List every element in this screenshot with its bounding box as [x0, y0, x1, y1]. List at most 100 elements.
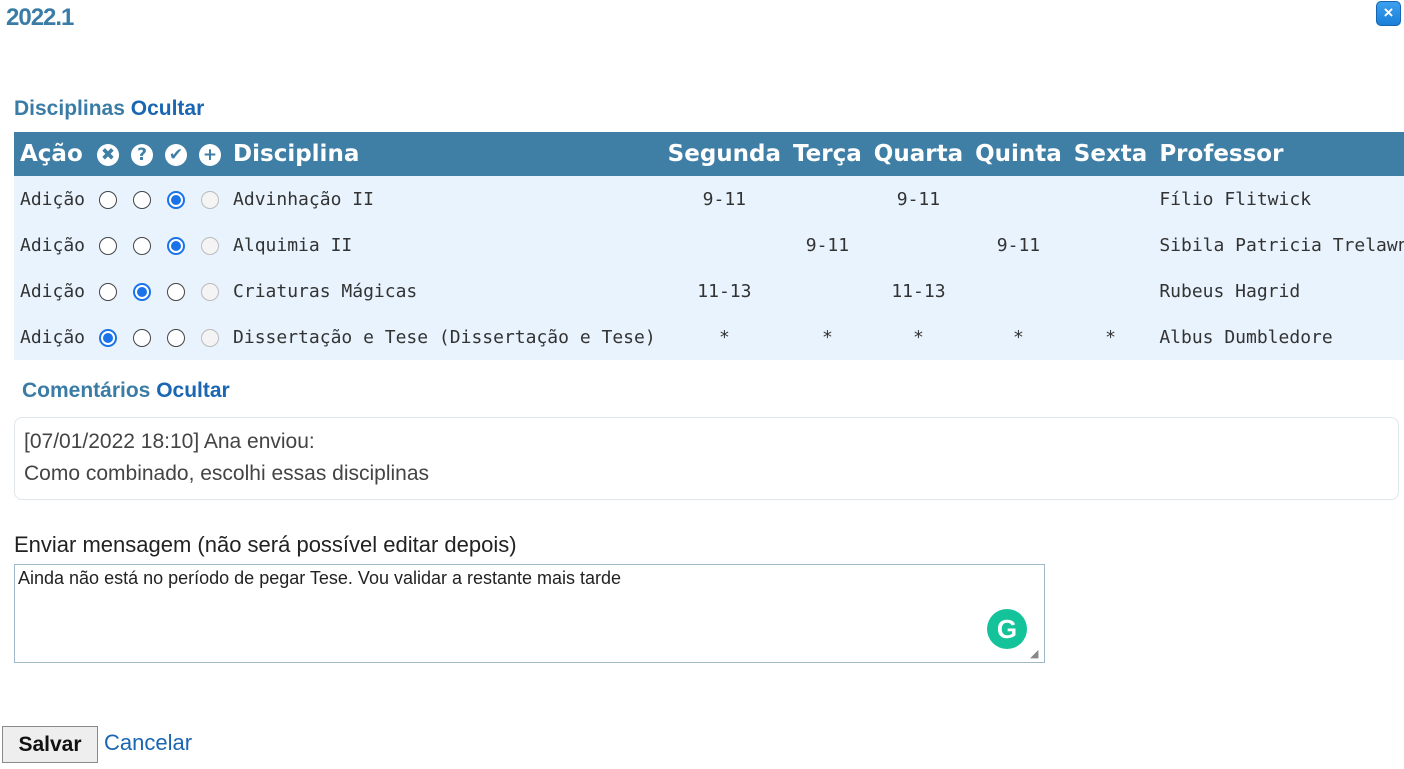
row-disciplina: Alquimia II — [227, 222, 662, 268]
row-question-cell — [125, 222, 160, 268]
remove-radio[interactable] — [99, 236, 118, 255]
row-acao: Adição — [14, 314, 92, 360]
check-radio[interactable] — [167, 282, 186, 301]
col-quarta: Quarta — [867, 132, 970, 176]
page-title: 2022.1 — [6, 4, 74, 31]
row-check-cell — [159, 314, 194, 360]
row-professor: Rubeus Hagrid — [1153, 268, 1404, 314]
disciplinas-hide-link[interactable]: Ocultar — [131, 97, 205, 120]
remove-radio[interactable] — [99, 282, 118, 301]
row-check-cell — [159, 222, 194, 268]
remove-icon: ✖ — [97, 143, 120, 166]
row-question-cell — [125, 314, 160, 360]
check-radio[interactable] — [167, 190, 186, 209]
col-sexta: Sexta — [1067, 132, 1154, 176]
row-professor: Albus Dumbledore — [1153, 314, 1404, 360]
row-professor: Fílio Flitwick — [1153, 176, 1404, 222]
row-quinta: * — [969, 314, 1068, 360]
add-radio — [201, 236, 220, 255]
row-question-cell — [125, 176, 160, 222]
message-label: Enviar mensagem (não será possível edita… — [14, 532, 517, 557]
add-radio — [201, 328, 220, 347]
table-header-row: Ação ✖ ? ✔ + Disciplina Segunda Terça Qu… — [14, 132, 1404, 176]
row-sexta: * — [1067, 314, 1154, 360]
comentarios-title: Comentários — [22, 379, 151, 402]
row-professor: Sibila Patricia Trelawney — [1153, 222, 1404, 268]
row-segunda: 11-13 — [661, 268, 788, 314]
row-question-cell — [125, 268, 160, 314]
col-terca: Terça — [787, 132, 868, 176]
col-remove: ✖ — [91, 132, 126, 176]
table-row: Adição Advinhação II 9-11 9-11 Fílio Flitwic… — [14, 176, 1404, 222]
row-disciplina: Advinhação II — [227, 176, 662, 222]
col-quinta: Quinta — [969, 132, 1068, 176]
col-check: ✔ — [159, 132, 194, 176]
question-radio[interactable] — [133, 328, 152, 347]
row-terca: * — [787, 314, 868, 360]
comment-meta: [07/01/2022 18:10] Ana enviou: — [24, 430, 315, 453]
row-quarta: 11-13 — [867, 268, 970, 314]
disciplinas-title: Disciplinas — [14, 97, 125, 120]
cancel-link[interactable]: Cancelar — [104, 730, 192, 756]
check-radio[interactable] — [167, 328, 186, 347]
row-quarta: 9-11 — [867, 176, 970, 222]
row-quarta — [867, 222, 970, 268]
row-add-cell — [193, 268, 228, 314]
row-acao: Adição — [14, 268, 92, 314]
row-sexta — [1067, 222, 1154, 268]
remove-radio[interactable] — [99, 190, 118, 209]
add-radio — [201, 190, 220, 209]
add-radio — [201, 282, 220, 301]
comment-text: Como combinado, escolhi essas disciplina… — [24, 462, 430, 485]
question-radio[interactable] — [133, 282, 152, 301]
row-remove-cell — [91, 314, 126, 360]
row-acao: Adição — [14, 222, 92, 268]
col-professor: Professor — [1153, 132, 1404, 176]
row-sexta — [1067, 268, 1154, 314]
disciplinas-table: Ação ✖ ? ✔ + Disciplina Segunda Terça Qu… — [14, 132, 1404, 360]
row-terca — [787, 268, 868, 314]
row-sexta — [1067, 176, 1154, 222]
row-check-cell — [159, 268, 194, 314]
row-quarta: * — [867, 314, 970, 360]
add-icon: + — [199, 143, 222, 166]
row-terca — [787, 176, 868, 222]
comentarios-hide-link[interactable]: Ocultar — [156, 379, 230, 402]
grammarly-icon[interactable]: G — [987, 609, 1027, 649]
row-add-cell — [193, 222, 228, 268]
row-quinta — [969, 268, 1068, 314]
row-disciplina: Criaturas Mágicas — [227, 268, 662, 314]
table-row: Adição Alquimia II 9-11 9-11 Sibila Patricia… — [14, 222, 1404, 268]
row-add-cell — [193, 176, 228, 222]
disciplinas-heading: Disciplinas Ocultar — [14, 97, 204, 121]
resize-handle-icon[interactable]: ◢ — [1030, 648, 1042, 660]
question-radio[interactable] — [133, 236, 152, 255]
table-row: Adição Criaturas Mágicas 11-13 11-13 Rubeus … — [14, 268, 1404, 314]
col-acao: Ação — [14, 132, 92, 176]
check-radio[interactable] — [167, 236, 186, 255]
col-question: ? — [125, 132, 160, 176]
row-remove-cell — [91, 176, 126, 222]
row-acao: Adição — [14, 176, 92, 222]
row-segunda: 9-11 — [661, 176, 788, 222]
save-button[interactable]: Salvar — [2, 726, 98, 763]
comentarios-heading: Comentários Ocultar — [22, 379, 230, 403]
message-textarea[interactable]: Ainda não está no período de pegar Tese.… — [14, 564, 1045, 663]
row-remove-cell — [91, 222, 126, 268]
comments-box: [07/01/2022 18:10] Ana enviou: Como comb… — [14, 417, 1399, 500]
col-disciplina: Disciplina — [227, 132, 662, 176]
row-terca: 9-11 — [787, 222, 868, 268]
remove-radio[interactable] — [99, 328, 118, 347]
question-radio[interactable] — [133, 190, 152, 209]
row-segunda — [661, 222, 788, 268]
row-add-cell — [193, 314, 228, 360]
row-quinta — [969, 176, 1068, 222]
row-check-cell — [159, 176, 194, 222]
check-icon: ✔ — [165, 143, 188, 166]
row-remove-cell — [91, 268, 126, 314]
row-quinta: 9-11 — [969, 222, 1068, 268]
table-row: Adição Dissertação e Tese (Dissertação e … — [14, 314, 1404, 360]
close-icon[interactable]: × — [1376, 1, 1401, 26]
row-segunda: * — [661, 314, 788, 360]
row-disciplina: Dissertação e Tese (Dissertação e Tese) — [227, 314, 662, 360]
